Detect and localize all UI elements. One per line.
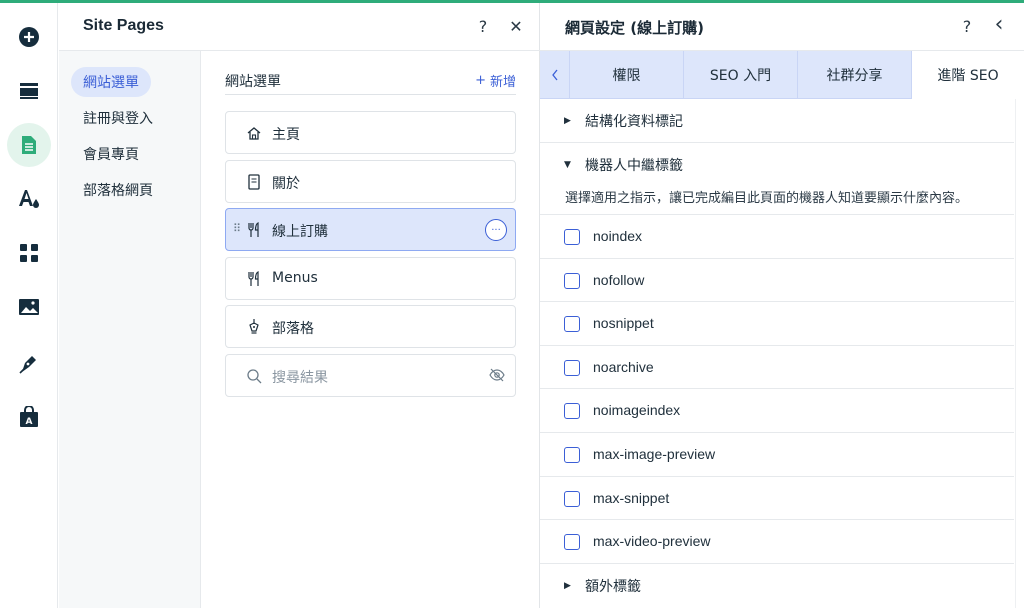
page-icon bbox=[245, 173, 263, 191]
divider bbox=[225, 94, 516, 95]
option-noarchive[interactable]: noarchive bbox=[540, 346, 1014, 390]
settings-header: 網頁設定 (線上訂購) ? ‹ bbox=[540, 3, 1024, 51]
option-max-image-preview[interactable]: max-image-preview bbox=[540, 433, 1014, 477]
category-site-menu[interactable]: 網站選單 bbox=[71, 67, 151, 97]
page-label: 關於 bbox=[272, 176, 300, 192]
app-market-icon[interactable]: A bbox=[7, 395, 51, 439]
option-max-snippet[interactable]: max-snippet bbox=[540, 477, 1014, 521]
tab-permissions[interactable]: 權限 bbox=[570, 51, 684, 99]
section-label: 機器人中繼標籤 bbox=[585, 158, 683, 174]
section-label: 額外標籤 bbox=[585, 579, 641, 595]
option-nofollow[interactable]: nofollow bbox=[540, 259, 1014, 303]
checkbox[interactable] bbox=[564, 403, 580, 420]
caret-right-icon: ▶ bbox=[564, 115, 571, 126]
page-item-online-ordering[interactable]: ⠿ 線上訂購 ··· bbox=[225, 208, 516, 251]
settings-tabs: 權限 SEO 入門 社群分享 進階 SEO bbox=[540, 51, 1024, 100]
option-label: nofollow bbox=[593, 271, 645, 288]
checkbox[interactable] bbox=[564, 534, 580, 551]
back-chevron-icon[interactable]: ‹ bbox=[988, 12, 1010, 37]
caret-down-icon: ▼ bbox=[564, 160, 571, 170]
help-icon[interactable]: ? bbox=[472, 15, 494, 37]
site-pages-header: Site Pages ? ✕ bbox=[59, 3, 540, 51]
option-label: max-video-preview bbox=[593, 533, 711, 550]
option-noindex[interactable]: noindex bbox=[540, 215, 1014, 259]
section-extra-tags[interactable]: ▶ 額外標籤 bbox=[540, 564, 1014, 608]
add-page-button[interactable]: + 新增 bbox=[475, 71, 516, 90]
tab-social-share[interactable]: 社群分享 bbox=[798, 51, 912, 99]
option-label: noarchive bbox=[593, 358, 654, 375]
option-label: noimageindex bbox=[593, 402, 681, 419]
close-icon[interactable]: ✕ bbox=[505, 15, 527, 37]
settings-title: 網頁設定 (線上訂購) bbox=[565, 19, 704, 37]
page-categories: 網站選單 註冊與登入 會員專頁 部落格網頁 bbox=[59, 51, 201, 608]
category-member-pages[interactable]: 會員專頁 bbox=[71, 139, 151, 169]
design-icon[interactable] bbox=[7, 177, 51, 221]
list-title: 網站選單 bbox=[225, 74, 281, 90]
drag-handle-icon[interactable]: ⠿ bbox=[233, 222, 241, 235]
pages-icon[interactable] bbox=[7, 123, 51, 167]
option-label: nosnippet bbox=[593, 315, 654, 332]
page-item-about[interactable]: 關於 bbox=[225, 160, 516, 203]
restaurant-icon bbox=[245, 221, 263, 239]
checkbox[interactable] bbox=[564, 490, 580, 507]
option-label: noindex bbox=[593, 228, 643, 244]
tab-advanced-seo[interactable]: 進階 SEO bbox=[912, 51, 1024, 100]
add-page-label: 新增 bbox=[489, 75, 516, 90]
apps-icon[interactable] bbox=[7, 231, 51, 275]
left-toolbar: A bbox=[0, 3, 58, 608]
page-item-search-results[interactable]: 搜尋結果 bbox=[225, 354, 516, 397]
page-label: 部落格 bbox=[272, 321, 314, 337]
page-label: Menus bbox=[272, 270, 318, 286]
page-label: 搜尋結果 bbox=[272, 370, 328, 386]
media-icon[interactable] bbox=[7, 285, 51, 329]
page-label: 主頁 bbox=[272, 127, 300, 143]
checkbox[interactable] bbox=[564, 447, 580, 463]
page-list: 網站選單 + 新增 主頁 關於 ⠿ 線上訂購 ··· Menus 部落格 搜尋結… bbox=[201, 51, 540, 608]
search-icon bbox=[245, 367, 263, 385]
page-item-home[interactable]: 主頁 bbox=[225, 111, 516, 154]
restaurant-icon bbox=[245, 270, 263, 288]
hidden-eye-icon[interactable] bbox=[489, 367, 507, 385]
more-actions-button[interactable]: ··· bbox=[485, 219, 507, 241]
pen-nib-icon bbox=[245, 318, 263, 336]
robots-description: 選擇適用之指示，讓已完成編目此頁面的機器人知道要顯示什麼內容。 bbox=[565, 191, 969, 206]
section-label: 結構化資料標記 bbox=[585, 113, 683, 130]
option-label: max-image-preview bbox=[593, 446, 716, 462]
panel-title: Site Pages bbox=[83, 17, 164, 34]
section-robots-meta[interactable]: ▼ 機器人中繼標籤 bbox=[540, 143, 1014, 187]
site-pages-panel: Site Pages ? ✕ 網站選單 註冊與登入 會員專頁 部落格網頁 網站選… bbox=[59, 3, 540, 608]
page-settings-panel: 網頁設定 (線上訂購) ? ‹ 權限 SEO 入門 社群分享 進階 SEO ▶ … bbox=[540, 3, 1024, 608]
tabs-scroll-left-icon[interactable] bbox=[540, 51, 570, 99]
home-icon bbox=[245, 124, 263, 142]
option-nosnippet[interactable]: nosnippet bbox=[540, 302, 1014, 346]
page-item-menus[interactable]: Menus bbox=[225, 257, 516, 300]
category-signup-login[interactable]: 註冊與登入 bbox=[71, 103, 165, 133]
page-item-blog[interactable]: 部落格 bbox=[225, 305, 516, 348]
category-blog-pages[interactable]: 部落格網頁 bbox=[71, 175, 165, 205]
checkbox[interactable] bbox=[564, 229, 580, 245]
blog-pen-icon[interactable] bbox=[7, 341, 51, 385]
checkbox[interactable] bbox=[564, 359, 580, 376]
option-noimageindex[interactable]: noimageindex bbox=[540, 389, 1014, 433]
caret-right-icon: ▶ bbox=[564, 581, 571, 591]
option-label: max-snippet bbox=[593, 489, 670, 506]
option-max-video-preview[interactable]: max-video-preview bbox=[540, 520, 1014, 564]
help-icon[interactable]: ? bbox=[956, 15, 978, 37]
checkbox[interactable] bbox=[564, 272, 580, 289]
tab-seo-basics[interactable]: SEO 入門 bbox=[684, 51, 798, 99]
menus-icon[interactable] bbox=[7, 69, 51, 113]
scrollbar[interactable] bbox=[1015, 99, 1024, 608]
add-icon[interactable] bbox=[7, 15, 51, 59]
plus-icon: + bbox=[475, 73, 486, 88]
section-structured-data[interactable]: ▶ 結構化資料標記 bbox=[540, 99, 1014, 143]
svg-text:A: A bbox=[26, 417, 33, 427]
checkbox[interactable] bbox=[564, 316, 580, 333]
page-label: 線上訂購 bbox=[272, 224, 328, 240]
